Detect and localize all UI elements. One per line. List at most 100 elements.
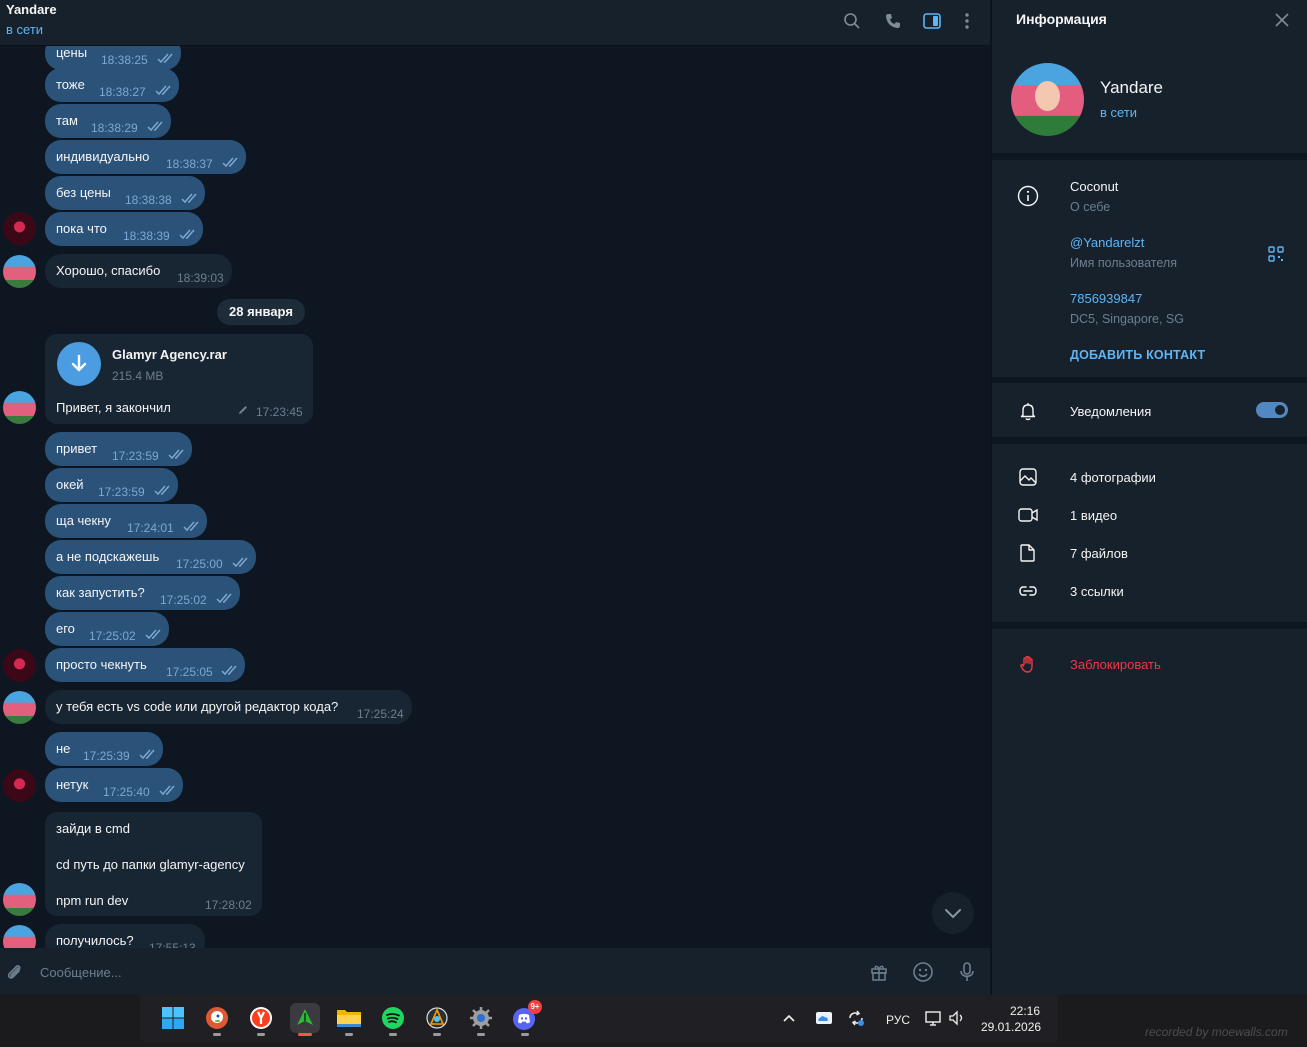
message-text: нетук <box>56 777 89 792</box>
message-bubble[interactable]: индивидуально 18:38:37 <box>45 140 246 174</box>
app-active-icon[interactable] <box>290 1003 320 1036</box>
spotify-icon[interactable] <box>378 1003 408 1036</box>
close-icon[interactable] <box>1270 8 1294 32</box>
clock-date[interactable]: 29.01.2026 <box>981 1020 1041 1034</box>
gift-icon[interactable] <box>867 960 891 984</box>
phone-number[interactable]: 7856939847 <box>1070 291 1142 306</box>
chat-status: в сети <box>6 22 44 37</box>
language-indicator[interactable]: РУС <box>886 1013 910 1027</box>
message-bubble[interactable]: пока что 18:38:39 <box>45 212 203 246</box>
read-check-icon <box>232 557 248 568</box>
chat-title[interactable]: Yandare <box>6 2 57 17</box>
message-bubble[interactable]: ща чекну 17:24:01 <box>45 504 207 538</box>
cloud-tray-icon[interactable] <box>812 1003 836 1033</box>
message-text: как запустить? <box>56 585 145 600</box>
emoji-icon[interactable] <box>911 960 935 984</box>
discord-badge: 9+ <box>528 1000 542 1014</box>
message-bubble[interactable]: не 17:25:39 <box>45 732 163 766</box>
clock-time[interactable]: 22:16 <box>1010 1004 1040 1018</box>
message-bubble[interactable]: получилось? 17:55:13 <box>45 924 205 948</box>
message-bubble[interactable]: у тебя есть vs code или другой редактор … <box>45 690 412 724</box>
windows-start-icon[interactable] <box>158 1003 188 1033</box>
message-bubble[interactable]: тоже 18:38:27 <box>45 68 179 102</box>
taskbar: 9+ РУС 22:16 29.01.2026 recorded by moew… <box>0 995 1307 1047</box>
message-bubble[interactable]: нетук 17:25:40 <box>45 768 183 802</box>
sidebar-toggle-icon[interactable] <box>919 8 945 34</box>
bio-text[interactable]: Coconut <box>1070 179 1118 194</box>
section-divider <box>992 622 1307 629</box>
message-bubble[interactable]: как запустить? 17:25:02 <box>45 576 240 610</box>
media-links-link[interactable]: 3 ссылки <box>1070 584 1124 599</box>
message-text: окей <box>56 477 84 492</box>
network-icon[interactable] <box>922 1003 944 1033</box>
chat-header: Yandare в сети <box>0 0 990 46</box>
message-bubble[interactable]: его 17:25:02 <box>45 612 169 646</box>
chat-pane: Yandare в сети цены 18:38:25 тоже 18:38:… <box>0 0 990 995</box>
read-check-icon <box>154 485 170 496</box>
message-input[interactable] <box>40 962 740 982</box>
phone-icon[interactable] <box>880 8 906 34</box>
block-user-button[interactable]: Заблокировать <box>1070 657 1161 672</box>
read-check-icon <box>216 593 232 604</box>
media-photos-link[interactable]: 4 фотографии <box>1070 470 1156 485</box>
section-divider <box>992 437 1307 444</box>
message-list[interactable]: цены 18:38:25 тоже 18:38:27 там 18:38:29… <box>0 46 990 948</box>
username-link[interactable]: @Yandarelzt <box>1070 235 1144 250</box>
my-avatar[interactable] <box>3 769 36 802</box>
contact-avatar[interactable] <box>3 691 36 724</box>
settings-gear-icon[interactable] <box>466 1003 496 1036</box>
message-bubble[interactable]: цены 18:38:25 <box>45 46 181 70</box>
yandex-browser-icon[interactable] <box>246 1003 276 1036</box>
message-time: 17:25:24 <box>357 707 404 721</box>
date-divider: 28 января <box>217 299 305 325</box>
duckduckgo-icon[interactable] <box>202 1003 232 1036</box>
message-bubble[interactable]: окей 17:23:59 <box>45 468 178 502</box>
message-bubble[interactable]: а не подскажешь 17:25:00 <box>45 540 256 574</box>
message-bubble[interactable]: зайди в cmd cd путь до папки glamyr-agen… <box>45 812 262 916</box>
discord-icon[interactable]: 9+ <box>510 1000 542 1036</box>
section-divider <box>992 153 1307 160</box>
attach-icon[interactable] <box>2 960 26 984</box>
download-icon[interactable] <box>57 342 101 386</box>
profile-avatar[interactable] <box>1011 63 1084 136</box>
qr-code-icon[interactable] <box>1264 242 1288 266</box>
sync-tray-icon[interactable] <box>844 1003 868 1033</box>
message-text: его <box>56 621 75 636</box>
read-check-icon <box>181 193 197 204</box>
chevron-up-icon[interactable] <box>778 1003 800 1033</box>
add-contact-button[interactable]: ДОБАВИТЬ КОНТАКТ <box>1070 348 1205 362</box>
microphone-icon[interactable] <box>955 960 979 984</box>
contact-avatar[interactable] <box>3 391 36 424</box>
message-time: 17:23:59 <box>112 449 159 463</box>
file-name[interactable]: Glamyr Agency.rar <box>112 347 227 362</box>
file-explorer-icon[interactable] <box>334 1003 364 1036</box>
file-message[interactable]: Glamyr Agency.rar 215.4 MB Привет, я зак… <box>45 334 313 424</box>
notifications-toggle[interactable] <box>1256 402 1288 418</box>
contact-avatar[interactable] <box>3 925 36 948</box>
profile-name: Yandare <box>1100 78 1164 97</box>
running-indicator <box>477 1033 485 1036</box>
message-bubble[interactable]: без цены 18:38:38 <box>45 176 205 210</box>
message-bubble[interactable]: привет 17:23:59 <box>45 432 192 466</box>
media-files-link[interactable]: 7 файлов <box>1070 546 1128 561</box>
contact-avatar[interactable] <box>3 255 36 288</box>
media-videos-link[interactable]: 1 видео <box>1070 508 1117 523</box>
search-icon[interactable] <box>839 8 865 34</box>
message-bubble[interactable]: Хорошо, спасибо 18:39:03 <box>45 254 232 288</box>
message-bubble[interactable]: просто чекнуть 17:25:05 <box>45 648 245 682</box>
message-bubble[interactable]: там 18:38:29 <box>45 104 171 138</box>
read-check-icon <box>157 53 173 64</box>
video-icon <box>1016 503 1040 527</box>
message-text: зайди в cmd <box>56 821 130 836</box>
my-avatar[interactable] <box>3 212 36 245</box>
more-menu-icon[interactable] <box>954 8 980 34</box>
volume-icon[interactable] <box>946 1003 968 1033</box>
contact-avatar[interactable] <box>3 883 36 916</box>
info-icon <box>1016 184 1040 208</box>
running-indicator <box>389 1033 397 1036</box>
message-time: 17:28:02 <box>205 898 252 912</box>
colorful-app-icon[interactable] <box>422 1003 452 1036</box>
message-time: 17:25:02 <box>160 593 207 607</box>
my-avatar[interactable] <box>3 649 36 682</box>
scroll-to-bottom-button[interactable] <box>932 892 974 934</box>
